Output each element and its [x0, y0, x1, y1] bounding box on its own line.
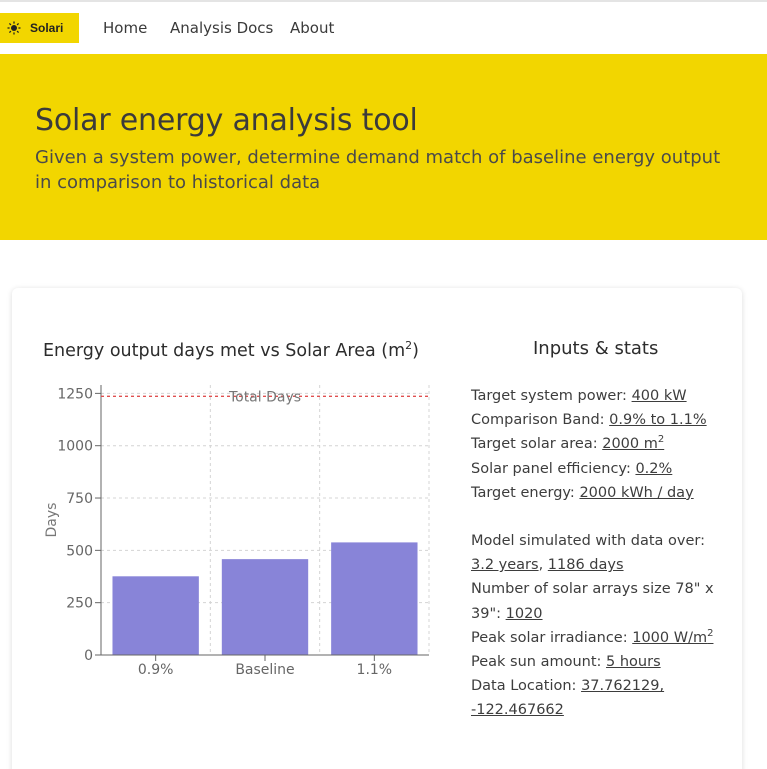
y-tick-label: 750: [66, 491, 93, 507]
x-tick-label: Baseline: [235, 662, 294, 678]
nav-link-analysis-docs[interactable]: Analysis Docs: [170, 19, 273, 37]
comparison-band-link[interactable]: 0.9% to 1.1%: [609, 412, 706, 428]
x-tick-label: 0.9%: [138, 662, 174, 678]
y-tick-label: 500: [66, 543, 93, 559]
stats-spacer: [471, 505, 716, 529]
y-tick-label: 0: [84, 648, 93, 664]
bar: [221, 559, 309, 655]
bar: [112, 576, 199, 655]
stat-target-area: Target solar area: 2000 m2: [471, 434, 665, 453]
y-tick-label: 1000: [57, 439, 93, 455]
stat-data-location: Data Location: 37.762129, -122.467662: [471, 678, 665, 719]
y-tick-label: 1250: [57, 386, 93, 402]
brand-logo[interactable]: Solari: [0, 13, 79, 43]
stat-comparison-band: Comparison Band: 0.9% to 1.1%: [471, 412, 707, 429]
y-tick-label: 250: [66, 596, 93, 612]
bar: [331, 542, 418, 655]
x-tick-label: 1.1%: [357, 662, 393, 678]
target-power-link[interactable]: 400 kW: [632, 388, 687, 404]
stat-simulated-label: Model simulated with data over:: [471, 533, 705, 550]
target-energy-link[interactable]: 2000 kWh / day: [579, 485, 693, 501]
stat-duration: 3.2 years, 1186 days: [471, 557, 624, 574]
stat-target-energy: Target energy: 2000 kWh / day: [471, 484, 694, 501]
page-title: Solar energy analysis tool: [35, 103, 418, 138]
nav-link-home[interactable]: Home: [103, 19, 147, 37]
irradiance-link[interactable]: 1000 W/m2: [632, 629, 713, 646]
nav-link-about[interactable]: About: [290, 19, 334, 37]
page-subtitle: Given a system power, determine demand m…: [35, 147, 721, 193]
solar-arrays-link[interactable]: 1020: [506, 606, 543, 622]
bar-chart: 0 250 500 750 1000 1250 0.9% Baseline 1.1% Total …: [44, 385, 430, 678]
brand-name: Solari: [30, 21, 64, 35]
chart-title: Energy output days met vs Solar Area (m2…: [43, 339, 419, 361]
stat-solar-arrays: Number of solar arrays size 78" x 39": 1…: [471, 581, 714, 622]
stat-target-power: Target system power: 400 kW: [471, 388, 687, 404]
stats-title: Inputs & stats: [533, 338, 659, 359]
total-days-label: Total Days: [228, 389, 301, 405]
days-link[interactable]: 1186 days: [548, 557, 624, 573]
sun-icon: [7, 21, 21, 35]
y-axis-title: Days: [44, 503, 60, 538]
target-area-link[interactable]: 2000 m2: [602, 435, 664, 452]
stat-irradiance: Peak solar irradiance: 1000 W/m2: [471, 628, 714, 646]
years-link[interactable]: 3.2 years: [471, 557, 539, 573]
efficiency-link[interactable]: 0.2%: [635, 461, 672, 477]
navbar: Solari Home Analysis Docs About: [0, 2, 767, 54]
stats-panel: Target system power: 400 kW Comparison B…: [471, 384, 716, 723]
stat-panel-efficiency: Solar panel efficiency: 0.2%: [471, 460, 673, 477]
sun-amount-link[interactable]: 5 hours: [606, 654, 661, 670]
hero-banner: Solar energy analysis tool Given a syste…: [0, 54, 767, 240]
stat-sun-amount: Peak sun amount: 5 hours: [471, 654, 661, 671]
